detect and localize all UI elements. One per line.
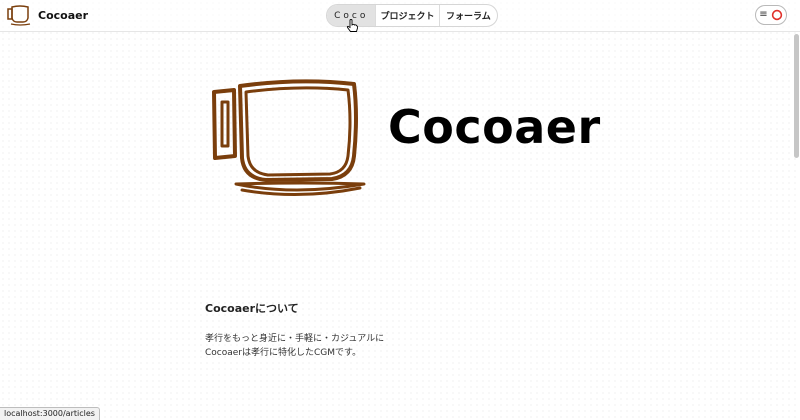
user-menu-button[interactable]: ≡ xyxy=(755,5,787,25)
header: Cocoaer Coco プロジェクト フォーラム ≡ xyxy=(0,0,800,32)
coffee-cup-icon xyxy=(7,5,31,26)
scrollbar-thumb[interactable] xyxy=(794,34,799,158)
nav-item-projects[interactable]: プロジェクト xyxy=(376,5,440,26)
hand-pointer-icon xyxy=(346,19,358,32)
about-description: 孝行をもっと身近に・手軽に・カジュアルに Cocoaerは孝行に特化したCGMで… xyxy=(205,332,605,360)
nav-item-forum[interactable]: フォーラム xyxy=(440,5,497,26)
about-line-1: 孝行をもっと身近に・手軽に・カジュアルに xyxy=(205,334,385,344)
about-title: Cocoaerについて xyxy=(205,302,299,315)
about-section: Cocoaerについて 孝行をもっと身近に・手軽に・カジュアルに Cocoaer… xyxy=(205,300,605,360)
hero-coffee-cup-icon xyxy=(212,79,366,197)
hamburger-menu-icon: ≡ xyxy=(759,9,768,20)
brand-name: Cocoaer xyxy=(38,8,89,22)
power-icon xyxy=(771,9,782,21)
about-line-2: Cocoaerは孝行に特化したCGMです。 xyxy=(205,348,362,358)
hero-title: Cocoaer xyxy=(388,100,601,154)
brand-link[interactable]: Cocoaer xyxy=(6,4,88,26)
status-bar-url: localhost:3000/articles xyxy=(0,407,100,420)
